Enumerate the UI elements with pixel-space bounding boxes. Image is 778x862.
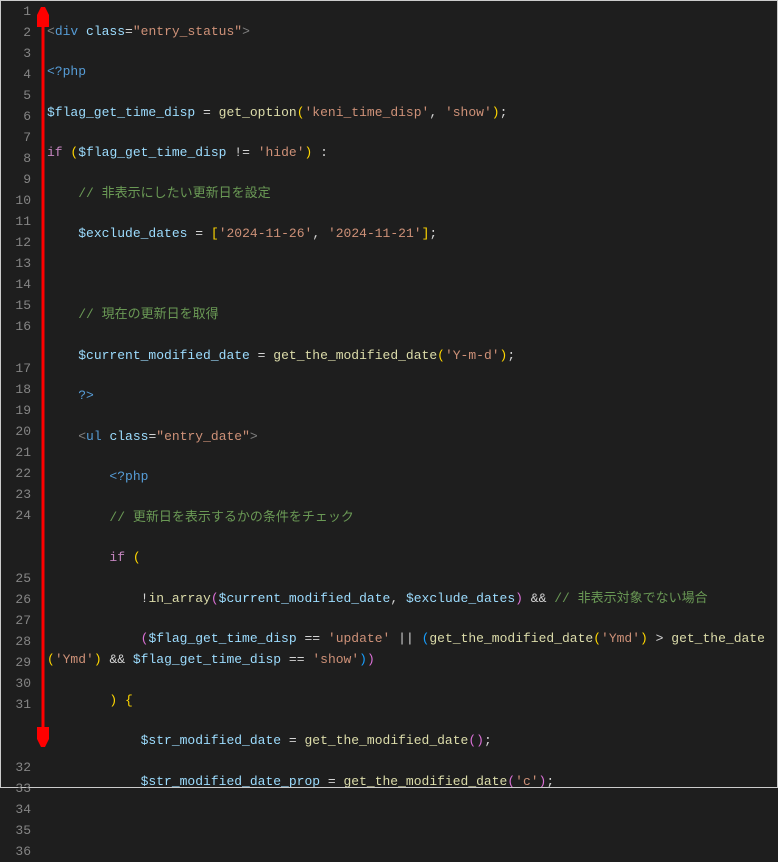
line-number: 25 [1, 568, 31, 589]
line-number: 2 [1, 22, 31, 43]
line-number: 18 [1, 379, 31, 400]
line-number: 36 [1, 841, 31, 862]
line-number: 10 [1, 190, 31, 211]
line-number: 11 [1, 211, 31, 232]
line-number: 24 [1, 505, 31, 568]
line-number: 32 [1, 757, 31, 778]
code-line[interactable]: // 更新日を表示するかの条件をチェック [47, 507, 777, 528]
line-number: 28 [1, 631, 31, 652]
line-number: 14 [1, 274, 31, 295]
code-line[interactable]: $flag_get_time_disp = get_option('keni_t… [47, 102, 777, 123]
line-number: 19 [1, 400, 31, 421]
code-line[interactable]: ) { [47, 690, 777, 711]
code-line[interactable] [47, 264, 777, 285]
line-number: 17 [1, 358, 31, 379]
code-line[interactable]: !in_array($current_modified_date, $exclu… [47, 588, 777, 609]
line-number: 29 [1, 652, 31, 673]
code-line[interactable]: // 現在の更新日を取得 [47, 304, 777, 325]
line-number: 31 [1, 694, 31, 757]
code-line[interactable]: ($flag_get_time_disp == 'update' || (get… [47, 628, 777, 670]
line-number: 26 [1, 589, 31, 610]
line-number: 35 [1, 820, 31, 841]
line-number: 34 [1, 799, 31, 820]
code-line[interactable]: ?> [47, 385, 777, 406]
code-line[interactable]: <?php [47, 61, 777, 82]
line-number: 30 [1, 673, 31, 694]
line-number: 27 [1, 610, 31, 631]
code-line[interactable]: $str_modified_date_prop = get_the_modifi… [47, 771, 777, 788]
line-number: 4 [1, 64, 31, 85]
code-line[interactable]: if ($flag_get_time_disp != 'hide') : [47, 142, 777, 163]
line-number: 6 [1, 106, 31, 127]
line-number: 9 [1, 169, 31, 190]
line-number: 15 [1, 295, 31, 316]
code-editor[interactable]: 1234567891011121314151617181920212223242… [1, 1, 777, 787]
code-area[interactable]: <div class="entry_status"> <?php $flag_g… [41, 1, 777, 787]
code-line[interactable]: <div class="entry_status"> [47, 21, 777, 42]
line-number: 23 [1, 484, 31, 505]
line-number: 16 [1, 316, 31, 358]
line-number: 33 [1, 778, 31, 799]
line-number: 20 [1, 421, 31, 442]
line-number: 1 [1, 1, 31, 22]
line-number: 21 [1, 442, 31, 463]
line-number-gutter: 1234567891011121314151617181920212223242… [1, 1, 41, 787]
line-number: 22 [1, 463, 31, 484]
code-line[interactable]: $current_modified_date = get_the_modifie… [47, 345, 777, 366]
line-number: 3 [1, 43, 31, 64]
code-line[interactable]: <?php [47, 466, 777, 487]
line-number: 13 [1, 253, 31, 274]
code-line[interactable]: $exclude_dates = ['2024-11-26', '2024-11… [47, 223, 777, 244]
line-number: 12 [1, 232, 31, 253]
code-line[interactable]: if ( [47, 547, 777, 568]
code-line[interactable]: $str_modified_date = get_the_modified_da… [47, 730, 777, 751]
line-number: 5 [1, 85, 31, 106]
line-number: 8 [1, 148, 31, 169]
code-line[interactable]: // 非表示にしたい更新日を設定 [47, 183, 777, 204]
line-number: 7 [1, 127, 31, 148]
code-line[interactable]: <ul class="entry_date"> [47, 426, 777, 447]
